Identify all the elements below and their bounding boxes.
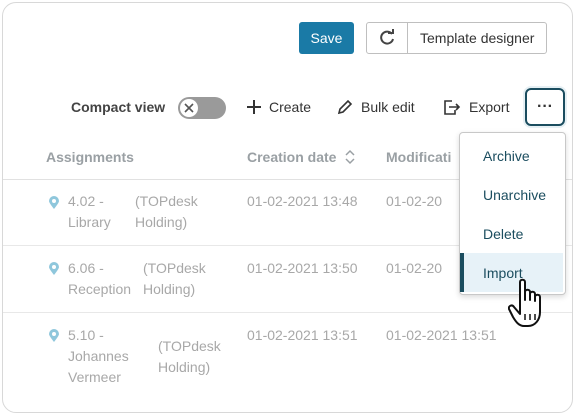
close-icon bbox=[184, 103, 194, 113]
assignment-org: (TOPdesk Holding) bbox=[135, 191, 198, 233]
bulk-edit-label: Bulk edit bbox=[361, 99, 415, 115]
menu-item-unarchive[interactable]: Unarchive bbox=[460, 175, 563, 214]
assignment-name: 5.10 - Johannes Vermeer bbox=[68, 325, 129, 388]
template-button-group: Template designer bbox=[366, 22, 548, 54]
assignment-name: 6.06 - Reception bbox=[68, 258, 131, 300]
location-pin-icon bbox=[49, 329, 59, 342]
assignment-line: Johannes bbox=[68, 348, 129, 364]
org-line: Holding) bbox=[158, 359, 211, 375]
pencil-icon bbox=[337, 99, 353, 115]
org-line: (TOPdesk bbox=[158, 338, 221, 354]
location-pin-icon bbox=[49, 196, 59, 209]
export-label: Export bbox=[469, 99, 510, 115]
assignment-name: 4.02 - Library bbox=[68, 191, 111, 233]
assignment-line: 4.02 - bbox=[68, 193, 104, 209]
org-line: (TOPdesk bbox=[135, 193, 198, 209]
menu-item-delete[interactable]: Delete bbox=[460, 214, 563, 253]
export-button[interactable]: Export bbox=[443, 99, 509, 115]
toggle-knob bbox=[180, 99, 198, 117]
column-modification[interactable]: Modificati bbox=[386, 149, 451, 165]
column-creation-date-label: Creation date bbox=[247, 149, 337, 165]
location-pin-icon bbox=[49, 262, 59, 275]
menu-item-archive[interactable]: Archive bbox=[460, 136, 563, 175]
more-actions-button[interactable]: ··· bbox=[525, 88, 565, 126]
creation-date: 01-02-2021 13:48 bbox=[247, 193, 358, 209]
create-label: Create bbox=[269, 99, 312, 115]
refresh-button[interactable] bbox=[367, 23, 408, 53]
assignment-line: 5.10 - bbox=[68, 327, 104, 343]
table-row[interactable]: 5.10 - Johannes Vermeer (TOPdesk Holding… bbox=[3, 313, 572, 412]
create-button[interactable]: Create bbox=[247, 99, 311, 115]
compact-view-label: Compact view bbox=[71, 99, 166, 115]
save-button[interactable]: Save bbox=[299, 22, 354, 54]
modification-date: 01-02-2021 13:51 bbox=[386, 327, 497, 343]
plus-icon bbox=[247, 100, 261, 114]
creation-date: 01-02-2021 13:51 bbox=[247, 327, 358, 343]
refresh-icon bbox=[380, 29, 394, 45]
more-actions-menu: Archive Unarchive Delete Import bbox=[459, 132, 566, 295]
creation-date: 01-02-2021 13:50 bbox=[247, 260, 358, 276]
column-assignments[interactable]: Assignments bbox=[46, 149, 134, 165]
assignment-line: Library bbox=[68, 214, 111, 230]
assignment-line: Reception bbox=[68, 281, 132, 297]
modification-date: 01-02-20 bbox=[386, 193, 443, 209]
modification-date: 01-02-20 bbox=[386, 260, 443, 276]
sort-icon bbox=[345, 149, 355, 165]
assignment-org: (TOPdesk Holding) bbox=[158, 336, 221, 378]
org-line: Holding) bbox=[135, 214, 188, 230]
org-line: (TOPdesk bbox=[143, 260, 206, 276]
column-creation-date[interactable]: Creation date bbox=[247, 149, 356, 165]
assignment-line: 6.06 - bbox=[68, 260, 104, 276]
assignments-panel: Save Template designer Compact view Crea… bbox=[2, 2, 573, 413]
export-icon bbox=[444, 100, 461, 115]
hand-cursor-icon bbox=[508, 278, 541, 327]
compact-view-toggle[interactable] bbox=[178, 97, 226, 119]
assignment-org: (TOPdesk Holding) bbox=[143, 258, 206, 300]
template-designer-button[interactable]: Template designer bbox=[408, 23, 546, 53]
assignment-line: Vermeer bbox=[68, 369, 121, 385]
bulk-edit-button[interactable]: Bulk edit bbox=[337, 99, 415, 115]
org-line: Holding) bbox=[143, 281, 196, 297]
